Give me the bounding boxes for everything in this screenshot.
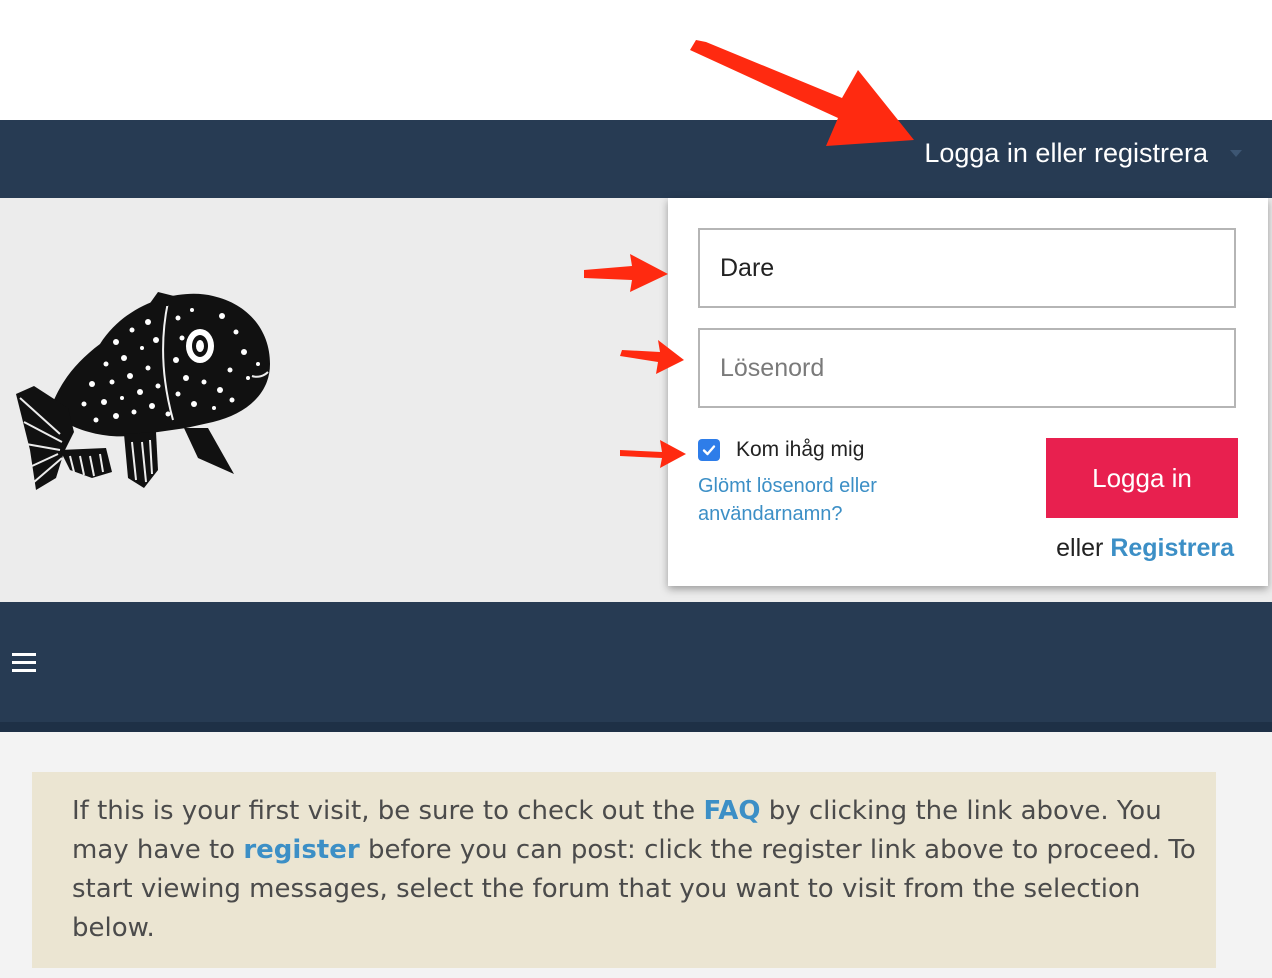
remember-me-checkbox[interactable]: Kom ihåg mig [698, 438, 864, 462]
faq-link[interactable]: FAQ [703, 796, 760, 826]
hamburger-menu-icon[interactable] [12, 653, 36, 675]
login-or-register-toggle[interactable]: Logga in eller registrera [924, 138, 1242, 169]
login-dropdown-panel: Kom ihåg mig Glömt lösenord eller använd… [668, 198, 1268, 586]
login-toggle-label: Logga in eller registrera [924, 138, 1208, 168]
password-input[interactable] [698, 328, 1236, 408]
register-link[interactable]: Registrera [1110, 534, 1234, 562]
caret-down-icon [1230, 150, 1242, 157]
fish-logo-icon[interactable] [8, 282, 278, 502]
main-navigation-bar [0, 602, 1272, 724]
welcome-notice: If this is your first visit, be sure to … [32, 772, 1216, 968]
navbar-bottom-border [0, 722, 1272, 732]
username-input[interactable] [698, 228, 1236, 308]
register-notice-link[interactable]: register [243, 835, 359, 865]
login-submit-button[interactable]: Logga in [1046, 438, 1238, 518]
welcome-notice-text: If this is your first visit, be sure to … [72, 796, 1196, 943]
checkmark-icon[interactable] [698, 439, 720, 461]
forgot-password-link[interactable]: Glömt lösenord eller användarnamn? [698, 472, 928, 528]
remember-me-label: Kom ihåg mig [736, 438, 865, 461]
top-header-bar: Logga in eller registrera [0, 120, 1272, 198]
or-register-line: eller Registrera [1056, 534, 1234, 562]
